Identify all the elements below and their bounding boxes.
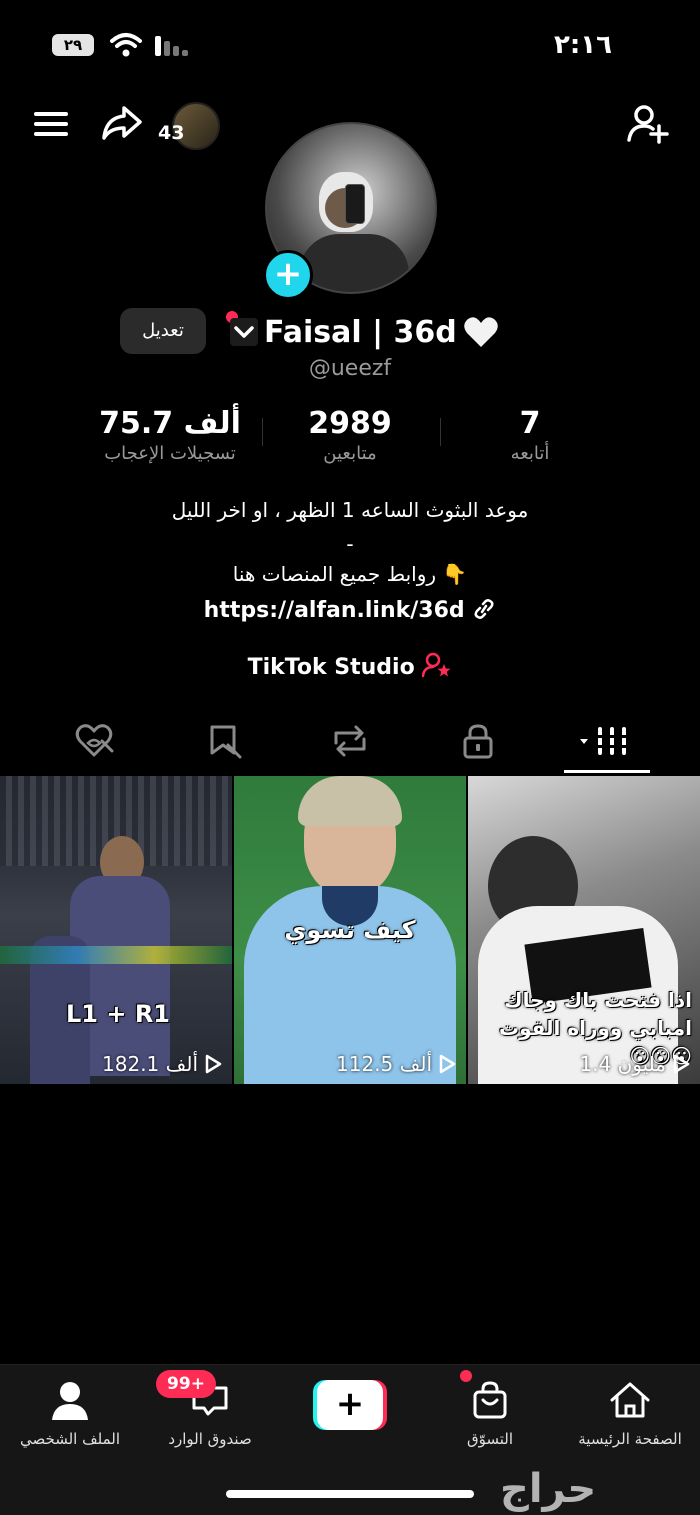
nav-home-label: الصفحة الرئيسية <box>578 1430 682 1448</box>
video-views: 1.4 مليون <box>579 1052 690 1076</box>
bio-line: موعد البثوث الساعه 1 الظهر ، او اخر اللي… <box>171 498 529 522</box>
bio-line: - <box>346 532 354 556</box>
following-stat[interactable]: 7 أتابعه <box>440 406 620 464</box>
tab-liked[interactable] <box>44 716 144 766</box>
profile-name: Faisal | 36d <box>264 314 457 350</box>
nav-home[interactable]: الصفحة الرئيسية <box>560 1380 700 1448</box>
watermark-logo: حراج <box>500 1466 597 1512</box>
likes-count: 75.7 ألف <box>99 406 241 441</box>
inbox-badge: 99+ <box>156 1370 216 1398</box>
following-label: أتابعه <box>510 443 550 464</box>
video-thumbnail[interactable]: اذا فتحت باك وجاك امبابي ووراه القوت 😮😮😮… <box>468 776 700 1084</box>
likes-stat: 75.7 ألف تسجيلات الإعجاب <box>80 406 260 464</box>
nav-shop-label: التسوّق <box>466 1430 514 1448</box>
video-grid-icon <box>580 727 628 755</box>
tab-videos[interactable] <box>556 716 656 766</box>
video-views: 112.5 ألف <box>336 1052 456 1076</box>
tiktok-studio-link[interactable]: TikTok Studio <box>0 652 700 680</box>
profile-name-row[interactable]: Faisal | 36d <box>230 310 499 354</box>
tab-tagged[interactable] <box>174 716 274 766</box>
battery-icon: ٢٩ <box>52 34 94 56</box>
tab-private[interactable] <box>428 716 528 766</box>
view-count: 112.5 ألف <box>336 1052 432 1076</box>
nav-inbox-label: صندوق الوارد <box>168 1430 252 1448</box>
play-icon <box>673 1054 690 1074</box>
play-icon <box>439 1054 456 1074</box>
heart-hidden-icon <box>75 724 114 757</box>
view-count: 182.1 ألف <box>102 1052 198 1076</box>
profile-handle: @ueezf <box>308 356 392 381</box>
video-caption: L1 + R1 <box>66 1000 170 1028</box>
repost-icon <box>334 725 366 757</box>
lock-icon <box>463 724 493 759</box>
home-icon <box>610 1382 650 1418</box>
chevron-down-icon[interactable] <box>230 318 258 346</box>
bookmark-hidden-icon <box>210 725 242 759</box>
view-count: 1.4 مليون <box>579 1052 666 1076</box>
active-tab-indicator <box>564 770 650 773</box>
add-friend-icon[interactable] <box>626 102 670 146</box>
status-time: ٢:١٦ <box>553 30 612 60</box>
create-plus-icon: + <box>317 1380 383 1430</box>
heart-emoji-icon <box>463 317 498 347</box>
likes-label: تسجيلات الإعجاب <box>104 443 236 464</box>
menu-icon[interactable] <box>30 102 74 146</box>
create-button[interactable]: + <box>313 1380 387 1430</box>
edit-profile-button[interactable]: تعديل <box>120 308 206 354</box>
link-icon <box>474 599 494 619</box>
home-indicator[interactable] <box>226 1490 474 1498</box>
profile-icon <box>52 1382 88 1420</box>
followers-count: 2989 <box>308 406 392 441</box>
studio-user-star-icon <box>422 652 451 678</box>
followers-stat[interactable]: 2989 متابعين <box>260 406 440 464</box>
tab-reposts[interactable] <box>300 716 400 766</box>
bio-link[interactable]: https://alfan.link/36d <box>0 598 700 623</box>
add-avatar-button[interactable]: + <box>263 250 313 300</box>
video-views: 182.1 ألف <box>102 1052 222 1076</box>
following-count: 7 <box>519 406 541 441</box>
video-caption: كيف تسوي <box>284 916 416 944</box>
video-thumbnail[interactable]: كيف تسوي 112.5 ألف <box>234 776 466 1084</box>
nav-shop[interactable]: التسوّق <box>420 1380 560 1448</box>
avatar-count: 43 <box>158 122 185 144</box>
nav-profile[interactable]: الملف الشخصي <box>0 1380 140 1448</box>
bio-line: روابط جميع المنصات هنا 👇 <box>232 562 468 586</box>
play-icon <box>205 1054 222 1074</box>
tiktok-studio-label[interactable]: TikTok Studio <box>248 655 415 680</box>
bio-link-text[interactable]: https://alfan.link/36d <box>204 598 465 623</box>
wifi-icon <box>110 33 142 57</box>
shopping-bag-icon <box>473 1381 507 1419</box>
followers-label: متابعين <box>323 443 377 464</box>
nav-profile-label: الملف الشخصي <box>20 1430 120 1448</box>
video-thumbnail[interactable]: L1 + R1 182.1 ألف <box>0 776 232 1084</box>
signal-icon <box>155 36 188 56</box>
share-icon[interactable] <box>100 100 144 144</box>
